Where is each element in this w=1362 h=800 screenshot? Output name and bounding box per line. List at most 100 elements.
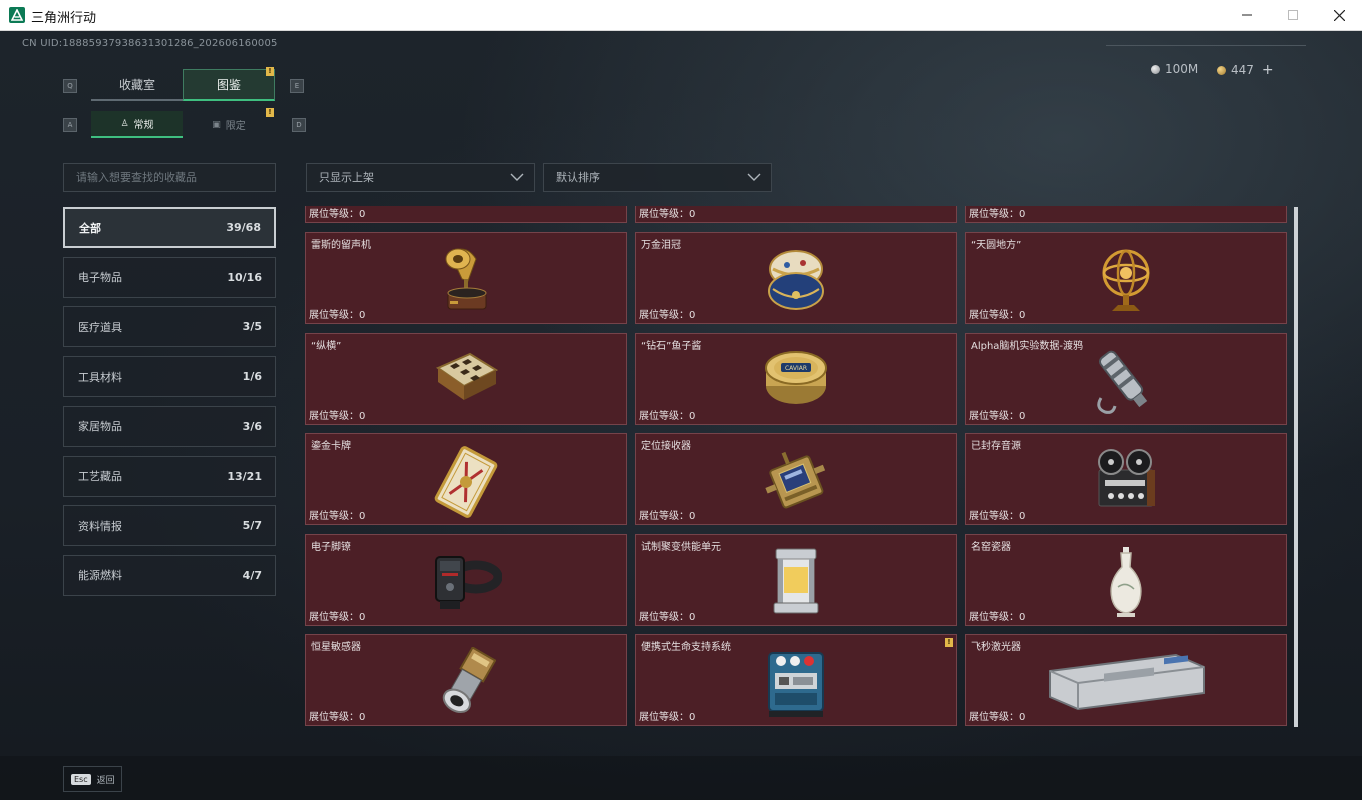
- grid-scrollbar-thumb[interactable]: [1294, 207, 1298, 727]
- category-energy[interactable]: 能源燃料 4/7: [63, 554, 276, 596]
- item-card[interactable]: 展位等级：0: [635, 206, 957, 223]
- level-value: 0: [1019, 511, 1026, 522]
- level-value: 0: [359, 511, 366, 522]
- tab-collection-room[interactable]: 收藏室: [91, 69, 183, 101]
- key-hint-e: E: [290, 79, 304, 93]
- close-button[interactable]: [1316, 0, 1362, 30]
- item-card[interactable]: 飞秒激光器 展位等级：0: [965, 634, 1287, 726]
- silver-coin-icon: [1151, 64, 1160, 74]
- tab-limited-label: 限定: [225, 121, 246, 132]
- level-value: 0: [359, 411, 366, 422]
- item-card[interactable]: 试制聚变供能单元 展位等级：0: [635, 534, 957, 626]
- item-card[interactable]: 便携式生命支持系统展位等级：0!: [635, 634, 957, 726]
- key-hint-d: D: [292, 118, 306, 132]
- item-name: 雷斯的留声机: [311, 240, 371, 251]
- item-card[interactable]: 雷斯的留声机 展位等级：0: [305, 232, 627, 324]
- category-crafts[interactable]: 工艺藏品 13/21: [63, 455, 276, 497]
- item-level: 展位等级：0: [639, 608, 695, 623]
- item-name: 万金泪冠: [641, 240, 681, 251]
- item-card[interactable]: “纵横” 展位等级：0: [305, 333, 627, 425]
- level-value: 0: [359, 209, 366, 220]
- tab-normal[interactable]: ♙ 常规: [91, 111, 183, 138]
- window-title: 三角洲行动: [31, 11, 97, 26]
- item-level: 展位等级：0: [309, 306, 365, 321]
- item-level: 展位等级：0: [639, 507, 695, 522]
- search-input[interactable]: 请输入想要查找的收藏品: [63, 163, 276, 192]
- level-value: 0: [359, 310, 366, 321]
- back-button[interactable]: Esc 返回: [63, 766, 122, 792]
- category-count: 3/5: [242, 320, 262, 334]
- game-viewport: CN UID:188859379386313012​86_20260616000…: [0, 31, 1362, 800]
- level-prefix: 展位等级：: [639, 209, 689, 220]
- chevron-down-icon: [510, 173, 524, 181]
- category-label: 全部: [79, 221, 101, 235]
- gilded-card-icon: [433, 446, 499, 522]
- level-prefix: 展位等级：: [639, 310, 689, 321]
- tab-atlas[interactable]: 图鉴: [183, 69, 275, 101]
- item-card[interactable]: 万金泪冠展位等级：0: [635, 232, 957, 324]
- level-value: 0: [1019, 310, 1026, 321]
- minimize-button[interactable]: [1224, 0, 1270, 30]
- category-intel[interactable]: 资料情报 5/7: [63, 505, 276, 547]
- add-currency-button[interactable]: +: [1262, 62, 1274, 78]
- item-card[interactable]: Alpha脑机实验数据-渡鸦 展位等级：0: [965, 333, 1287, 425]
- item-card[interactable]: 恒星敏感器 展位等级：0: [305, 634, 627, 726]
- item-level: 展位等级：0: [639, 306, 695, 321]
- category-count: 39/68: [226, 221, 261, 234]
- shelf-filter-dropdown[interactable]: 只显示上架: [306, 163, 535, 192]
- item-name: 名窑瓷器: [971, 542, 1011, 553]
- level-prefix: 展位等级：: [969, 511, 1019, 522]
- category-medical[interactable]: 医疗道具 3/5: [63, 306, 276, 348]
- category-electronics[interactable]: 电子物品 10/16: [63, 256, 276, 298]
- level-prefix: 展位等级：: [309, 209, 359, 220]
- category-label: 能源燃料: [78, 569, 122, 583]
- category-label: 工艺藏品: [78, 470, 122, 483]
- item-card[interactable]: 定位接收器展位等级：0: [635, 433, 957, 525]
- normal-tab-icon: ♙: [120, 118, 129, 129]
- category-count: 1/6: [242, 370, 262, 384]
- item-card[interactable]: 已封存音源 展位等级：0: [965, 433, 1287, 525]
- category-count: 3/6: [242, 419, 262, 433]
- back-label: 返回: [96, 775, 115, 786]
- new-item-badge: !: [945, 638, 953, 647]
- silver-amount: 100M: [1165, 62, 1199, 76]
- item-level: 展位等级：0: [969, 708, 1025, 723]
- item-level: 展位等级：0: [639, 708, 695, 723]
- level-prefix: 展位等级：: [969, 209, 1019, 220]
- key-hint-a: A: [63, 118, 77, 132]
- level-prefix: 展位等级：: [639, 411, 689, 422]
- maximize-button[interactable]: [1270, 0, 1316, 30]
- item-name: 定位接收器: [641, 441, 691, 452]
- item-level: 展位等级：0: [309, 708, 365, 723]
- item-card[interactable]: 名窑瓷器 展位等级：0: [965, 534, 1287, 626]
- item-name: 便携式生命支持系统: [641, 642, 731, 653]
- item-card[interactable]: CAVIAR “钻石”鱼子酱 展位等级：0: [635, 333, 957, 425]
- atlas-alert-badge: !: [266, 67, 274, 76]
- level-value: 0: [1019, 612, 1026, 623]
- category-all[interactable]: 全部 39/68: [63, 207, 276, 248]
- header-divider: [1106, 45, 1306, 46]
- sort-dropdown[interactable]: 默认排序: [543, 163, 772, 192]
- silver-currency: 100M: [1151, 62, 1198, 76]
- category-label: 资料情报: [78, 519, 122, 533]
- item-card[interactable]: 展位等级：0: [965, 206, 1287, 223]
- user-uid: CN UID:188859379386313012​86_20260616000…: [22, 38, 278, 49]
- item-card[interactable]: 鎏金卡牌 展位等级：0: [305, 433, 627, 525]
- level-value: 0: [1019, 411, 1026, 422]
- reel-recorder-icon: [1091, 446, 1161, 516]
- category-label: 电子物品: [78, 271, 122, 285]
- level-prefix: 展位等级：: [309, 511, 359, 522]
- category-label: 工具材料: [78, 370, 122, 384]
- item-level: 展位等级：0: [639, 206, 695, 220]
- category-household[interactable]: 家居物品 3/6: [63, 405, 276, 447]
- category-count: 10/16: [227, 270, 262, 284]
- ankle-monitor-icon: [430, 547, 503, 617]
- app-logo-icon: [9, 7, 25, 23]
- item-card[interactable]: 电子脚镣 展位等级：0: [305, 534, 627, 626]
- level-prefix: 展位等级：: [309, 310, 359, 321]
- tab-limited[interactable]: ▣ 限定: [183, 111, 275, 138]
- level-prefix: 展位等级：: [639, 712, 689, 723]
- item-card[interactable]: 展位等级：0: [305, 206, 627, 223]
- item-card[interactable]: “天圆地方” 展位等级：0: [965, 232, 1287, 324]
- category-tools[interactable]: 工具材料 1/6: [63, 356, 276, 398]
